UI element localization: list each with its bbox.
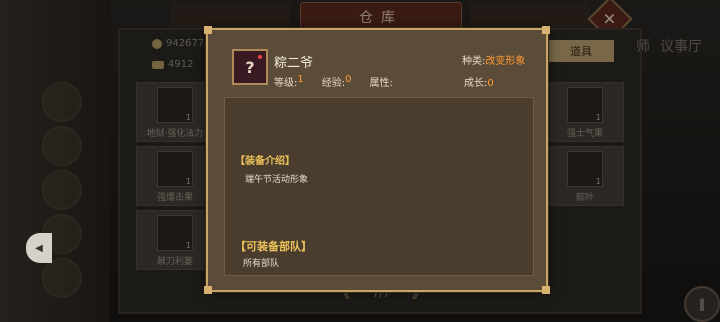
item-stats: 等级: 1 经验: 0 属性: xyxy=(274,74,393,89)
item-header: ? 粽二爷 种类:改变形象 等级: 1 经验: 0 属性: 成长:0 xyxy=(208,30,546,98)
item-icon: ? xyxy=(232,49,268,85)
troops-title: 【可装备部队】 xyxy=(235,240,312,253)
intro-text: 端午节活动形象 xyxy=(245,175,309,185)
exp-label: 经验: xyxy=(321,78,346,89)
growth-stat: 成长:0 xyxy=(464,78,494,89)
item-name: 粽二爷 xyxy=(274,56,314,71)
side-drawer-handle[interactable]: ◀ xyxy=(26,233,52,263)
level-label: 等级: xyxy=(274,78,298,89)
item-description-box: 【装备介绍】 端午节活动形象 【可装备部队】 所有部队 xyxy=(224,97,534,276)
item-detail-popup: ? 粽二爷 种类:改变形象 等级: 1 经验: 0 属性: 成长:0 【装备介绍… xyxy=(204,26,550,294)
troops-text: 所有部队 xyxy=(243,259,280,269)
level-value: 1 xyxy=(297,74,304,85)
exp-value: 0 xyxy=(345,74,352,85)
attribute-label: 属性: xyxy=(369,78,393,89)
side-drawer-icon: ◀ xyxy=(35,242,43,254)
frame-corner xyxy=(204,286,212,294)
red-dot-icon xyxy=(258,55,262,59)
question-mark-icon: ? xyxy=(245,57,255,77)
frame-corner xyxy=(542,286,550,294)
intro-title: 【装备介绍】 xyxy=(235,156,295,167)
item-type: 种类:改变形象 xyxy=(462,56,526,67)
